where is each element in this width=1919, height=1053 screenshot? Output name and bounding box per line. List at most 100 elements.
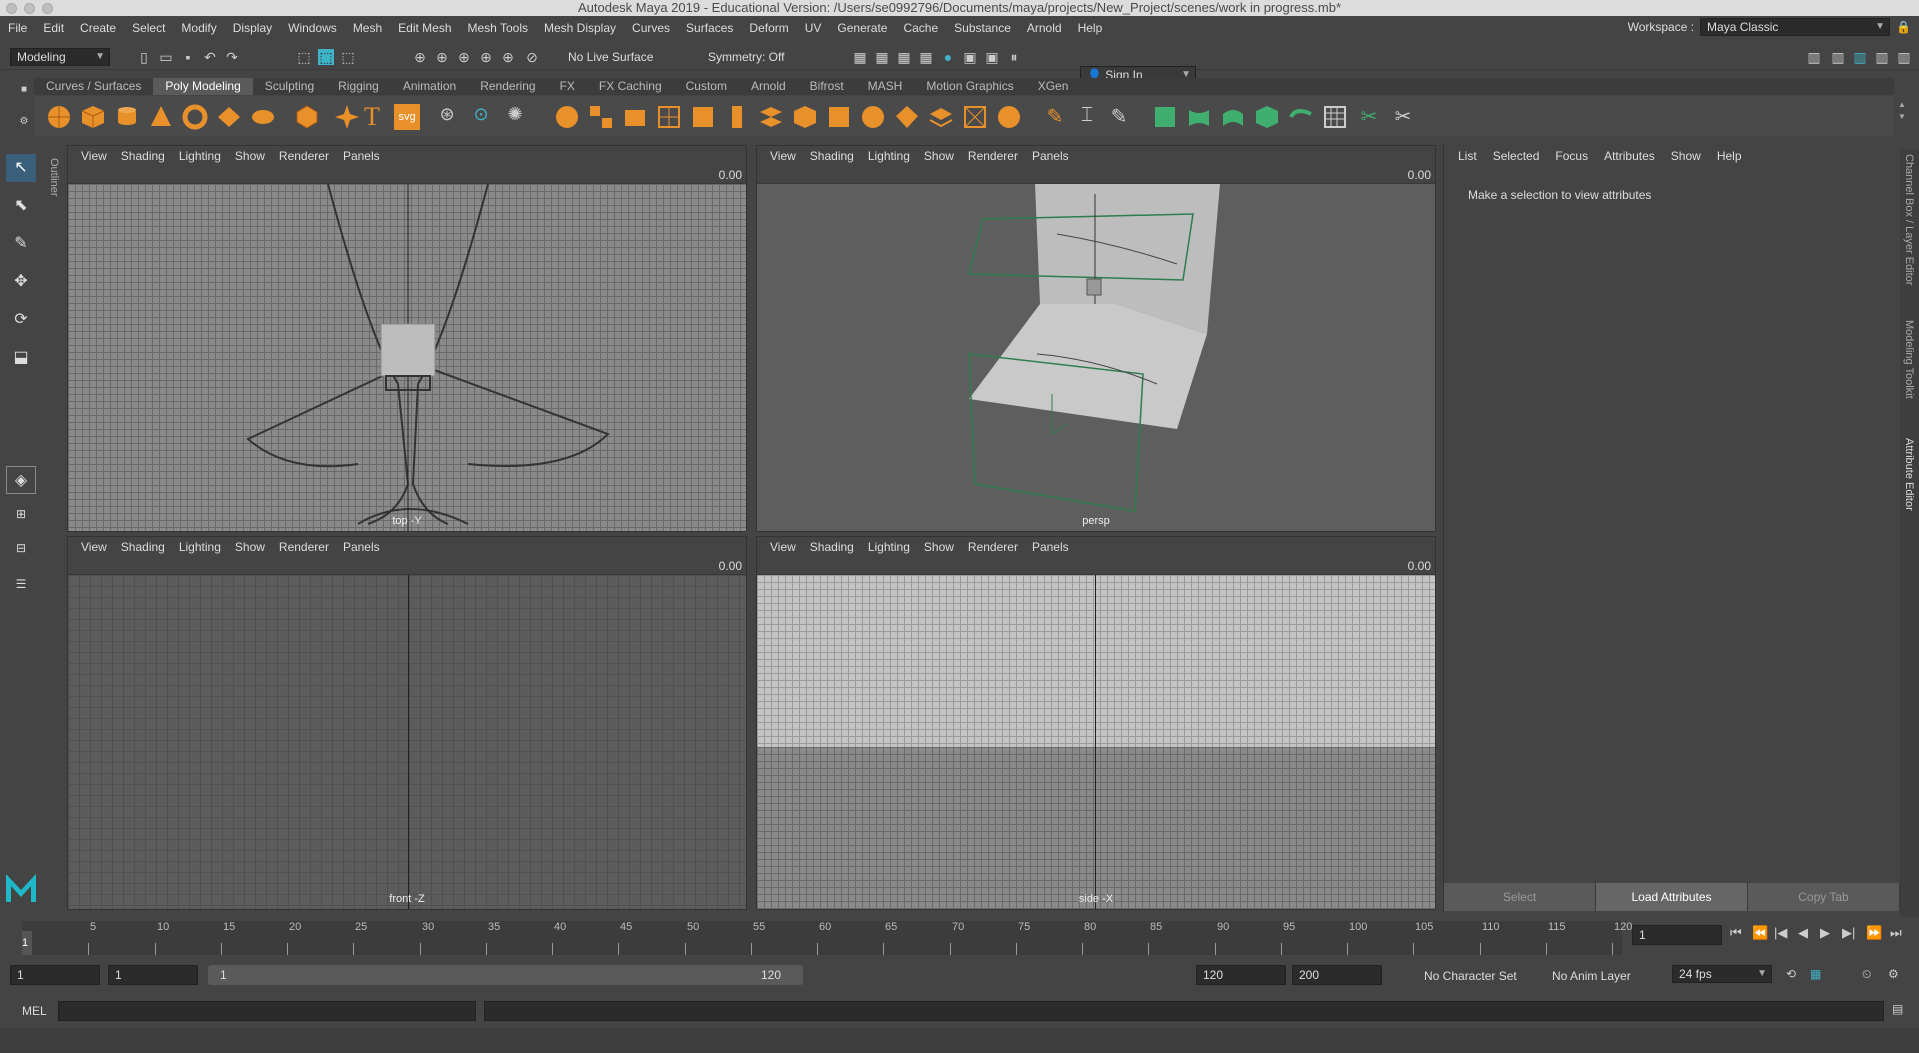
viewport-menu-show[interactable]: Show [917,149,961,163]
shelf-tab-rendering[interactable]: Rendering [468,78,547,95]
component-tool-icon[interactable]: ✺ [502,104,528,130]
animation-end-field[interactable]: 200 [1292,965,1382,985]
viewport-canvas[interactable]: front -Z [68,575,746,909]
toggle-attribute-editor-icon[interactable]: ▥ [1852,49,1868,65]
menu-curves[interactable]: Curves [624,21,678,35]
viewport-menu-show[interactable]: Show [917,540,961,554]
viewport-menu-view[interactable]: View [763,540,803,554]
viewport-canvas[interactable]: side -X [757,575,1435,909]
viewport-front[interactable]: View Shading Lighting Show Renderer Pane… [67,536,747,910]
viewport-persp[interactable]: View Shading Lighting Show Renderer Pane… [756,145,1436,532]
paint-select-tool-button[interactable]: ✎ [6,230,36,258]
poly-cube-icon[interactable] [80,104,106,130]
viewport-menu-shading[interactable]: Shading [114,540,172,554]
current-frame-field[interactable]: 1 [1632,925,1722,945]
play-backwards-icon[interactable]: ◀ [1798,925,1808,941]
zoom-window-button[interactable] [42,3,53,14]
viewport-menu-show[interactable]: Show [228,540,272,554]
save-scene-icon[interactable]: ▪ [180,49,196,65]
toggle-toolbox-icon[interactable]: ▥ [1830,49,1846,65]
append-polygon-icon[interactable] [826,104,852,130]
playback-speed-icon[interactable]: ⏲ [1862,967,1871,982]
shelf-scroll-up-icon[interactable]: ▲ [1898,100,1906,109]
select-component-icon[interactable]: ⬚ [340,49,356,65]
menu-uv[interactable]: UV [797,21,830,35]
animation-start-field[interactable]: 1 [10,965,100,985]
menu-windows[interactable]: Windows [280,21,345,35]
side-by-side-layout-button[interactable]: ⊟ [6,534,36,562]
uv-layout-icon[interactable] [1322,104,1348,130]
mel-label[interactable]: MEL [22,1004,47,1018]
type-tool-icon[interactable]: T [364,104,390,130]
shelf-scroll-down-icon[interactable]: ▼ [1898,112,1906,121]
viewport-menu-view[interactable]: View [74,149,114,163]
render-frame-icon[interactable]: ▦ [874,49,890,65]
soft-select-icon[interactable]: ⊙ [468,104,494,130]
separate-icon[interactable] [588,104,614,130]
attr-menu-focus[interactable]: Focus [1547,149,1596,163]
shelf-tab-animation[interactable]: Animation [391,78,468,95]
snap-surface-icon[interactable]: ⊕ [500,49,516,65]
shelf-tab-bifrost[interactable]: Bifrost [798,78,856,95]
panel-layout-icon[interactable]: ▥ [1806,49,1822,65]
attr-menu-selected[interactable]: Selected [1485,149,1548,163]
super-shape-icon[interactable] [334,104,360,130]
auto-key-icon[interactable]: ▦ [1810,967,1821,981]
step-back-key-icon[interactable]: |◀ [1774,925,1787,941]
viewport-menu-shading[interactable]: Shading [803,540,861,554]
menu-file[interactable]: File [0,21,35,35]
snap-grid-icon[interactable]: ⊕ [412,49,428,65]
poly-plane-icon[interactable] [216,104,242,130]
workspace-dropdown[interactable]: Maya Classic ▼ [1700,18,1891,36]
viewport-menu-lighting[interactable]: Lighting [861,540,917,554]
tab-attribute-editor[interactable]: Attribute Editor [1903,438,1915,511]
viewport-menu-renderer[interactable]: Renderer [272,540,336,554]
uv-sew-icon[interactable]: ✂ [1356,104,1382,130]
menu-mesh[interactable]: Mesh [345,21,390,35]
uv-automatic-icon[interactable] [1254,104,1280,130]
menu-deform[interactable]: Deform [741,21,796,35]
shelf-tab-custom[interactable]: Custom [674,78,739,95]
shelf-tab-fx-caching[interactable]: FX Caching [587,78,674,95]
poly-cone-icon[interactable] [148,104,174,130]
shelf-menu-icon[interactable]: ■ [16,82,32,98]
viewport-menu-show[interactable]: Show [228,149,272,163]
exposure-value[interactable]: 0.00 [1408,168,1431,182]
move-tool-button[interactable]: ✥ [6,268,36,296]
menu-cache[interactable]: Cache [895,21,946,35]
menu-help[interactable]: Help [1070,21,1111,35]
attr-menu-list[interactable]: List [1450,149,1485,163]
play-forwards-icon[interactable]: ▶ [1820,925,1830,941]
viewport-menu-renderer[interactable]: Renderer [961,149,1025,163]
menu-surfaces[interactable]: Surfaces [678,21,741,35]
uv-planar-icon[interactable] [1152,104,1178,130]
ipr-render-icon[interactable]: ▦ [896,49,912,65]
platonic-solid-icon[interactable] [294,104,320,130]
collapse-icon[interactable] [928,104,954,130]
lasso-tool-button[interactable]: ⬉ [6,192,36,220]
attr-menu-show[interactable]: Show [1663,149,1709,163]
attr-menu-help[interactable]: Help [1709,149,1750,163]
new-scene-icon[interactable]: ▯ [136,49,152,65]
shelf-tab-curves-surfaces[interactable]: Curves / Surfaces [34,78,153,95]
rotate-tool-button[interactable]: ⟳ [6,306,36,334]
time-slider[interactable]: 1 5 10 15 20 25 30 35 40 45 50 55 60 65 70 75 80 85 90 95 1… [0,917,1919,957]
hypershade-icon[interactable]: ● [940,49,956,65]
single-perspective-layout-button[interactable]: ◈ [6,466,36,494]
viewport-menu-view[interactable]: View [74,540,114,554]
snap-curve-icon[interactable]: ⊕ [434,49,450,65]
arnold-ipr-icon[interactable]: ▣ [984,49,1000,65]
minimize-window-button[interactable] [24,3,35,14]
viewport-menu-lighting[interactable]: Lighting [861,149,917,163]
snap-pivot-icon[interactable]: ⊘ [524,49,540,65]
poly-sphere-icon[interactable] [46,104,72,130]
viewport-menu-lighting[interactable]: Lighting [172,149,228,163]
step-back-icon[interactable]: ⏪ [1752,925,1768,941]
quad-draw-icon[interactable]: ✎ [1042,104,1068,130]
menu-modify[interactable]: Modify [173,21,224,35]
viewport-top[interactable]: View Shading Lighting Show Renderer Pane… [67,145,747,532]
shelf-tab-rigging[interactable]: Rigging [326,78,391,95]
uv-unfold-icon[interactable] [1288,104,1314,130]
tab-channel-box-layer-editor[interactable]: Channel Box / Layer Editor [1903,154,1915,285]
anim-layer-dropdown[interactable]: No Anim Layer [1552,969,1631,983]
